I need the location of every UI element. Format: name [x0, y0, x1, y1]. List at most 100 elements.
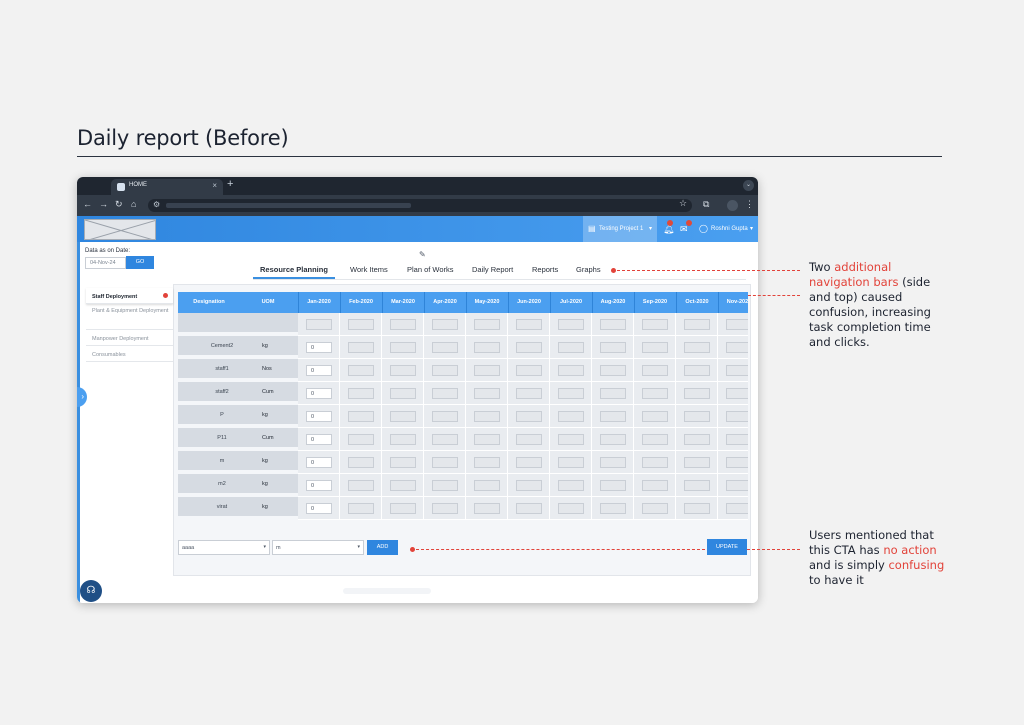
quantity-input[interactable] [600, 480, 626, 491]
quantity-input[interactable] [348, 457, 374, 468]
project-selector[interactable]: ▤ Testing Project 1 ▾ [583, 216, 657, 242]
horizontal-scrollbar[interactable] [343, 588, 431, 594]
quantity-input[interactable] [390, 388, 416, 399]
quantity-input[interactable] [642, 434, 668, 445]
quantity-input[interactable] [390, 434, 416, 445]
tab-daily-report[interactable]: Daily Report [472, 265, 513, 274]
quantity-input[interactable] [390, 503, 416, 514]
quantity-input[interactable] [516, 480, 542, 491]
quantity-input[interactable] [600, 457, 626, 468]
quantity-input[interactable] [474, 457, 500, 468]
quantity-input[interactable] [432, 342, 458, 353]
home-icon[interactable]: ⌂ [131, 199, 136, 209]
quantity-input[interactable] [516, 319, 542, 330]
quantity-input[interactable] [726, 411, 748, 422]
quantity-input[interactable] [474, 319, 500, 330]
profile-avatar[interactable] [727, 200, 738, 211]
quantity-input[interactable]: 0 [306, 365, 332, 376]
sidebar-item-manpower-deployment[interactable]: Manpower Deployment [86, 330, 173, 346]
quantity-input[interactable] [684, 342, 710, 353]
quantity-input[interactable] [474, 480, 500, 491]
quantity-input[interactable] [558, 457, 584, 468]
edit-icon[interactable]: ✎ [419, 250, 426, 259]
quantity-input[interactable] [726, 457, 748, 468]
quantity-input[interactable] [726, 365, 748, 376]
quantity-input[interactable] [642, 365, 668, 376]
quantity-input[interactable] [684, 411, 710, 422]
quantity-input[interactable] [726, 434, 748, 445]
quantity-input[interactable] [726, 503, 748, 514]
quantity-input[interactable] [642, 503, 668, 514]
quantity-input[interactable] [558, 503, 584, 514]
quantity-input[interactable] [726, 319, 748, 330]
quantity-input[interactable] [516, 503, 542, 514]
quantity-input[interactable] [432, 457, 458, 468]
bookmark-star-icon[interactable]: ☆ [679, 198, 687, 209]
tab-graphs[interactable]: Graphs [576, 265, 601, 274]
quantity-input[interactable] [558, 480, 584, 491]
quantity-input[interactable] [432, 365, 458, 376]
quantity-input[interactable] [600, 319, 626, 330]
quantity-input[interactable] [600, 388, 626, 399]
quantity-input[interactable] [432, 503, 458, 514]
tab-reports[interactable]: Reports [532, 265, 558, 274]
quantity-input[interactable]: 0 [306, 342, 332, 353]
quantity-input[interactable] [390, 342, 416, 353]
quantity-input[interactable] [474, 411, 500, 422]
quantity-input[interactable] [684, 388, 710, 399]
quantity-input[interactable] [684, 434, 710, 445]
quantity-input[interactable] [390, 480, 416, 491]
quantity-input[interactable] [390, 365, 416, 376]
quantity-input[interactable] [432, 411, 458, 422]
user-name[interactable]: Roshni Gupta [711, 226, 748, 232]
quantity-input[interactable] [390, 319, 416, 330]
date-input[interactable]: 04-Nov-24 [85, 257, 126, 269]
quantity-input[interactable] [642, 480, 668, 491]
quantity-input[interactable] [558, 434, 584, 445]
quantity-input[interactable] [390, 411, 416, 422]
go-button[interactable]: GO [126, 256, 154, 269]
quantity-input[interactable] [558, 388, 584, 399]
quantity-input[interactable] [516, 365, 542, 376]
quantity-input[interactable] [600, 342, 626, 353]
back-icon[interactable]: ← [83, 199, 92, 209]
quantity-input[interactable] [558, 319, 584, 330]
tab-work-items[interactable]: Work Items [350, 265, 388, 274]
site-info-icon[interactable]: ⚙ [153, 200, 160, 209]
update-button[interactable]: UPDATE [707, 539, 747, 555]
quantity-input[interactable] [726, 342, 748, 353]
quantity-input[interactable] [348, 388, 374, 399]
quantity-input[interactable] [474, 342, 500, 353]
sidebar-item-staff-deployment[interactable]: Staff Deployment [86, 288, 173, 304]
quantity-input[interactable] [348, 365, 374, 376]
quantity-input[interactable] [684, 319, 710, 330]
quantity-input[interactable] [516, 434, 542, 445]
sidebar-item-consumables[interactable]: Consumables [86, 346, 173, 362]
quantity-input[interactable]: 0 [306, 457, 332, 468]
address-bar[interactable]: ⚙ [148, 199, 692, 212]
quantity-input[interactable] [684, 457, 710, 468]
quantity-input[interactable] [390, 457, 416, 468]
headset-support-icon[interactable]: ☊ [80, 580, 102, 602]
quantity-input[interactable] [642, 457, 668, 468]
quantity-input[interactable] [474, 503, 500, 514]
quantity-input[interactable] [348, 503, 374, 514]
quantity-input[interactable] [474, 388, 500, 399]
quantity-input[interactable] [516, 388, 542, 399]
quantity-input[interactable] [600, 365, 626, 376]
reload-icon[interactable]: ↻ [115, 199, 123, 210]
quantity-input[interactable] [516, 411, 542, 422]
quantity-input[interactable] [348, 480, 374, 491]
quantity-input[interactable] [600, 503, 626, 514]
quantity-input[interactable] [348, 434, 374, 445]
tab-plan-of-works[interactable]: Plan of Works [407, 265, 454, 274]
quantity-input[interactable] [348, 411, 374, 422]
quantity-input[interactable] [684, 503, 710, 514]
quantity-input[interactable] [348, 319, 374, 330]
quantity-input[interactable] [474, 365, 500, 376]
quantity-input[interactable] [684, 365, 710, 376]
quantity-input[interactable] [516, 342, 542, 353]
quantity-input[interactable] [516, 457, 542, 468]
quantity-input[interactable]: 0 [306, 411, 332, 422]
quantity-input[interactable]: 0 [306, 434, 332, 445]
